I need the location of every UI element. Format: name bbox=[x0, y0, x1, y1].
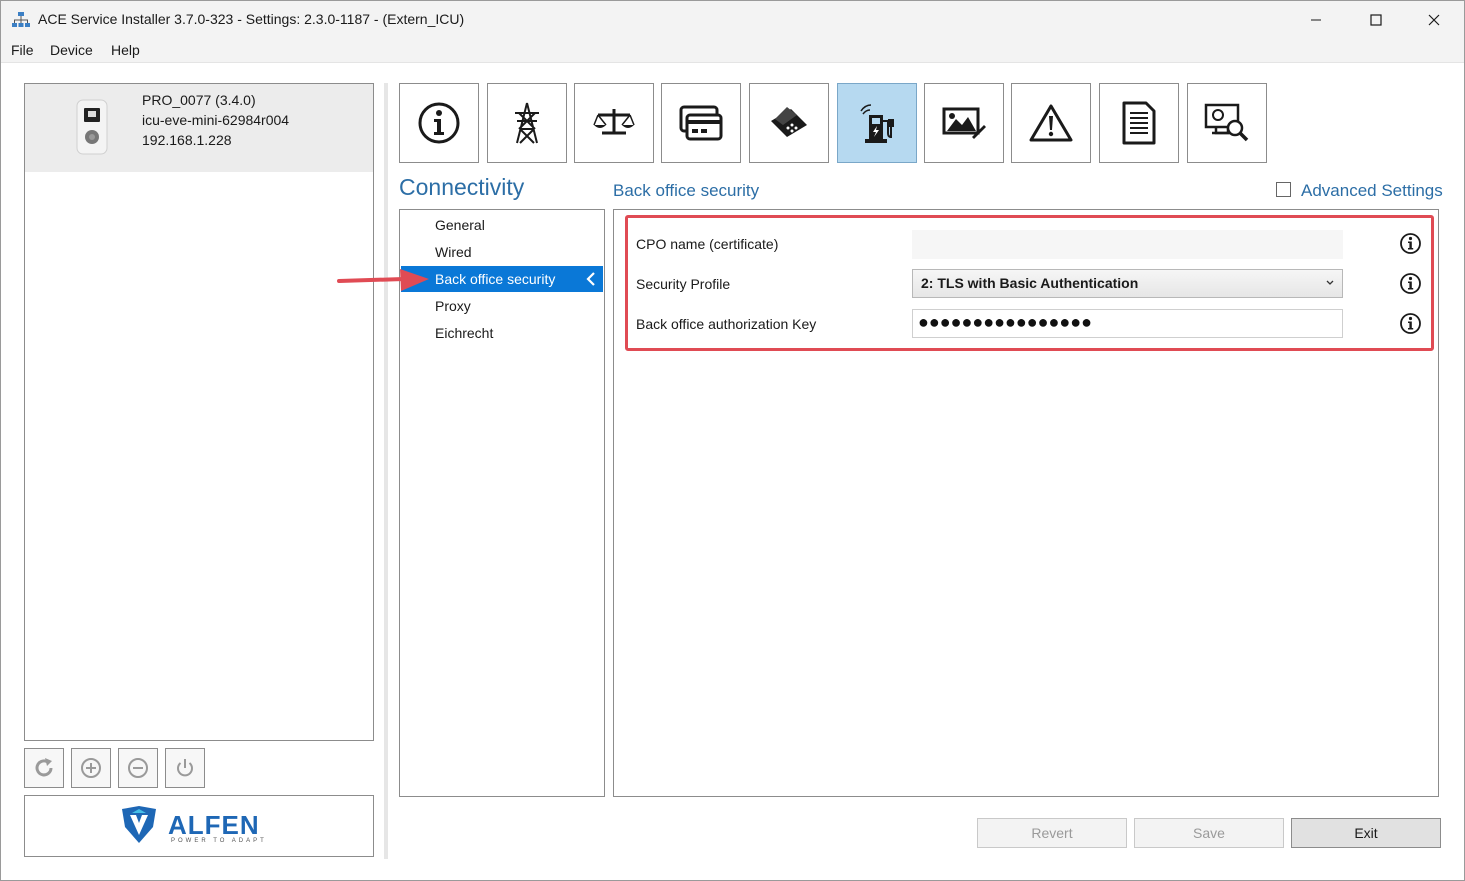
tool-documents-button[interactable] bbox=[1099, 83, 1179, 163]
device-list: PRO_0077 (3.4.0) icu-eve-mini-62984r004 … bbox=[24, 83, 374, 741]
menu-file[interactable]: File bbox=[11, 42, 34, 58]
tool-grid-button[interactable] bbox=[487, 83, 567, 163]
add-circle-icon bbox=[81, 758, 101, 778]
refresh-button[interactable] bbox=[24, 748, 64, 788]
annotation-highlight-box bbox=[625, 215, 1434, 351]
warning-icon bbox=[1029, 104, 1073, 142]
charger-device-icon bbox=[76, 99, 108, 155]
maximize-icon bbox=[1370, 14, 1382, 26]
tool-warnings-button[interactable] bbox=[1011, 83, 1091, 163]
chevron-left-icon bbox=[586, 272, 595, 286]
remove-device-button[interactable] bbox=[118, 748, 158, 788]
alfen-logo-box: ALFEN POWER TO ADAPT bbox=[24, 795, 374, 857]
nav-item-proxy[interactable]: Proxy bbox=[401, 293, 603, 319]
revert-button[interactable]: Revert bbox=[977, 818, 1127, 848]
title-bar: ACE Service Installer 3.7.0-323 - Settin… bbox=[1, 1, 1464, 39]
nav-item-back-office-security[interactable]: Back office security bbox=[401, 266, 603, 292]
remove-circle-icon bbox=[128, 758, 148, 778]
app-window: ACE Service Installer 3.7.0-323 - Settin… bbox=[0, 0, 1465, 881]
nav-item-label: Back office security bbox=[435, 271, 556, 287]
add-device-button[interactable] bbox=[71, 748, 111, 788]
maximize-button[interactable] bbox=[1347, 1, 1405, 39]
refresh-icon bbox=[35, 758, 53, 777]
device-name: PRO_0077 (3.4.0) bbox=[142, 92, 256, 108]
menu-device[interactable]: Device bbox=[50, 42, 93, 58]
tool-display-button[interactable] bbox=[924, 83, 1004, 163]
monitor-search-icon bbox=[1204, 103, 1249, 142]
card-reader-icon bbox=[679, 105, 723, 141]
tool-connectivity-button[interactable] bbox=[837, 83, 917, 163]
tool-diagnostics-button[interactable] bbox=[1187, 83, 1267, 163]
minimize-button[interactable] bbox=[1287, 1, 1345, 39]
alfen-logo-mark bbox=[122, 806, 156, 843]
alfen-logo-tagline: POWER TO ADAPT bbox=[171, 838, 267, 844]
nav-item-wired[interactable]: Wired bbox=[401, 239, 603, 265]
menu-help[interactable]: Help bbox=[111, 42, 140, 58]
advanced-settings-label[interactable]: Advanced Settings bbox=[1301, 181, 1443, 201]
close-icon bbox=[1428, 14, 1440, 26]
power-button[interactable] bbox=[165, 748, 205, 788]
exit-button[interactable]: Exit bbox=[1291, 818, 1441, 848]
device-ip: 192.168.1.228 bbox=[142, 132, 232, 148]
panel-splitter[interactable] bbox=[384, 83, 388, 859]
display-image-icon bbox=[942, 107, 986, 139]
alfen-logo-text: ALFEN bbox=[168, 810, 260, 840]
minimize-icon bbox=[1311, 19, 1321, 21]
menu-bar: File Device Help bbox=[1, 39, 1464, 63]
payment-terminal-icon bbox=[771, 107, 807, 137]
tool-payment-button[interactable] bbox=[749, 83, 829, 163]
tool-info-button[interactable] bbox=[399, 83, 479, 163]
charging-connectivity-icon bbox=[860, 104, 894, 143]
power-icon bbox=[177, 759, 193, 777]
connectivity-nav: General Wired Back office security Proxy… bbox=[399, 209, 605, 797]
save-button[interactable]: Save bbox=[1134, 818, 1284, 848]
annotation-arrow-icon bbox=[337, 269, 429, 291]
info-icon bbox=[418, 102, 460, 144]
advanced-settings-checkbox[interactable] bbox=[1276, 182, 1291, 197]
balance-scale-icon bbox=[593, 109, 635, 135]
document-icon bbox=[1122, 101, 1156, 145]
device-list-item[interactable]: PRO_0077 (3.4.0) icu-eve-mini-62984r004 … bbox=[25, 84, 373, 172]
page-subtitle: Back office security bbox=[613, 181, 760, 200]
network-icon bbox=[12, 12, 30, 27]
window-title: ACE Service Installer 3.7.0-323 - Settin… bbox=[38, 11, 465, 27]
nav-item-eichrecht[interactable]: Eichrecht bbox=[401, 320, 603, 346]
close-button[interactable] bbox=[1405, 1, 1463, 39]
nav-item-general[interactable]: General bbox=[401, 212, 603, 238]
power-tower-icon bbox=[515, 102, 539, 144]
device-hostname: icu-eve-mini-62984r004 bbox=[142, 112, 290, 128]
section-title: Connectivity bbox=[399, 174, 525, 200]
tool-cards-button[interactable] bbox=[661, 83, 741, 163]
tool-load-balancing-button[interactable] bbox=[574, 83, 654, 163]
